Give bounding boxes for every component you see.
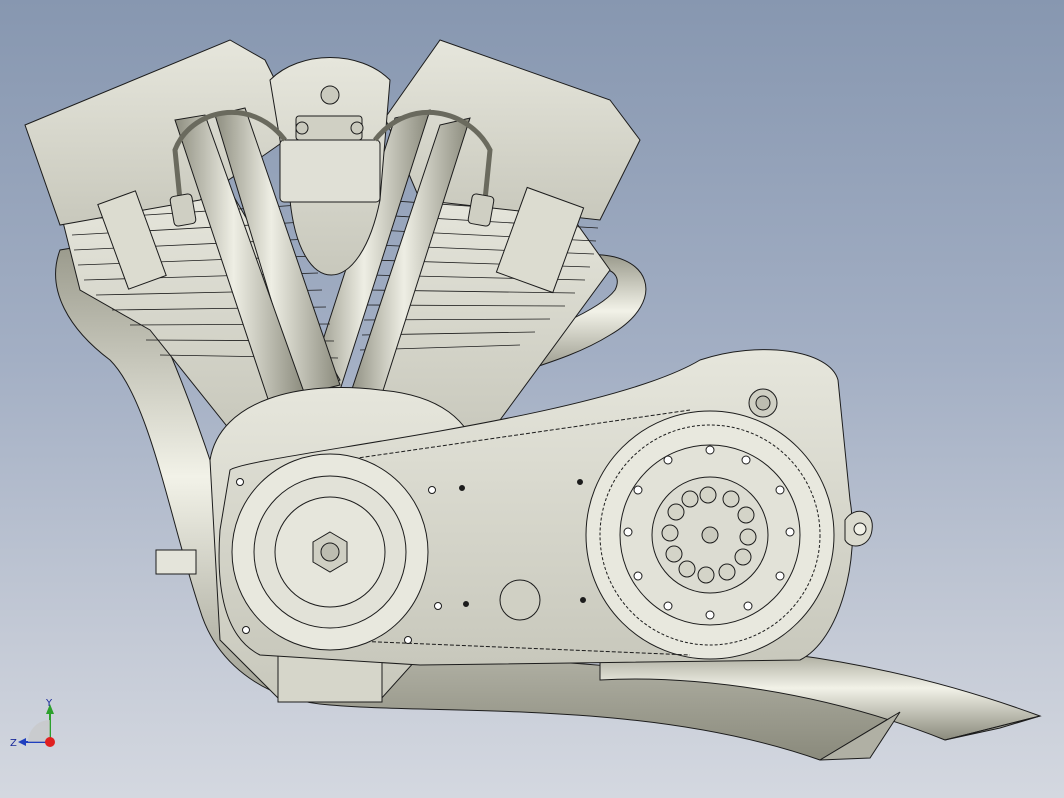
- z-axis-arrow: [18, 738, 26, 746]
- z-axis-label: Z: [10, 738, 17, 749]
- y-axis-label: Y: [45, 698, 53, 709]
- axis-triad: Y Z: [10, 698, 55, 749]
- x-axis-dot: [45, 737, 55, 747]
- cad-3d-viewport[interactable]: Y Z: [0, 0, 1064, 798]
- engine-3d-model[interactable]: [0, 0, 1064, 798]
